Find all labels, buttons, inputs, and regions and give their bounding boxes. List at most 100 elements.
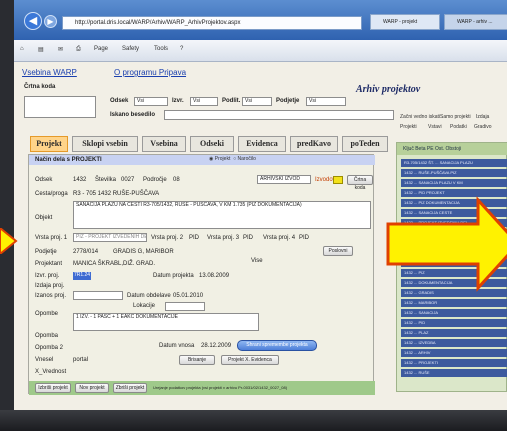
vnesel-value: portal [73, 357, 89, 363]
feeds-icon[interactable]: ▤ [38, 46, 44, 53]
bottom-bar: Izbriši projekt Nov projekt Zbriši proje… [29, 381, 375, 395]
mail-icon[interactable]: ✉ [58, 46, 63, 53]
datum-vnosa-value: 28.12.2009 [201, 343, 232, 349]
result-row[interactable]: 1432 ... SANACIJA PLAZU V KM [401, 179, 507, 187]
cesta-value: R3 - 705 1432 RUŠE-PUŠČAVA [73, 191, 160, 197]
crtna-koda-button[interactable]: Črtna koda [347, 175, 373, 191]
vrsta3-label: Vrsta proj. 3 [207, 235, 240, 241]
radio-group: ◉ Projekt ○ Naročilo [209, 156, 256, 162]
panel-title: Način dela s PROJEKTI [29, 155, 375, 165]
tab-evidenca[interactable]: Evidenca [238, 136, 286, 152]
opomba-label: Opomba [35, 333, 59, 339]
tab-projekt[interactable]: Projekt [30, 136, 68, 152]
arrow-left-shape [0, 228, 18, 254]
datum-projekta-value: 13.08.2009 [199, 273, 230, 279]
filter-6[interactable]: Podatki [450, 124, 467, 130]
yellow-arrow-shape [386, 196, 507, 292]
result-row[interactable]: 1432 ... PLAZ [401, 329, 507, 337]
iskano-input[interactable] [164, 110, 394, 120]
nov-projekt-button[interactable]: Nov projekt [75, 383, 109, 393]
filter-4[interactable]: Projekti [400, 124, 417, 130]
vrsta4-value: PID [299, 235, 310, 241]
toolbar-safety[interactable]: Safety [122, 46, 139, 52]
vrsta-label: Vrsta proj. 1 [35, 235, 68, 241]
link-vsebina-warp[interactable]: Vsebina WARP [22, 68, 77, 77]
tab-odseki[interactable]: Odseki [190, 136, 234, 152]
opombe-textarea[interactable]: 1 IZV. - 1 PASC + 1 EAKC DOKUMENTACIJE [73, 313, 259, 331]
izbrisi-projekt-button[interactable]: Izbriši projekt [35, 383, 71, 393]
podrocje-label: Področje [143, 177, 167, 183]
izvr-proj-badge: 7R1.24 [73, 272, 91, 280]
browser-tab-1[interactable]: WARP - projekt [370, 14, 440, 30]
x-vrednost-label: X_Vrednost [35, 369, 67, 375]
result-row[interactable]: 1432 ... RUŠE-PUŠČAVA PIZ [401, 169, 507, 177]
result-row[interactable]: 1432 ... RUŠE [401, 369, 507, 377]
address-bar[interactable]: http://portal.dris.local/WARP/Arhiv/WARP… [62, 16, 362, 30]
yellow-arrow-icon [386, 196, 507, 292]
help-icon[interactable]: ? [180, 46, 183, 52]
izanos-select[interactable] [73, 291, 123, 300]
main-tabs: Projekt Sklopi vsebin Vsebina Odseki Evi… [14, 128, 394, 154]
izvr-select[interactable]: Vsi [190, 97, 218, 106]
lokacije-label: Lokacije [133, 303, 156, 309]
vrsta3-value: PID [243, 235, 254, 241]
monitor-bezel-bottom [0, 410, 507, 431]
result-row[interactable]: 1432 ... ARHIV [401, 349, 507, 357]
opomba2-label: Opomba 2 [35, 345, 64, 351]
crtna-koda-input[interactable] [24, 96, 96, 118]
podjetje-value: GRADIS G, MARIBOR [113, 249, 174, 255]
radio-narocilo-icon[interactable]: ○ [233, 156, 236, 162]
result-row[interactable]: 1432 ... SANACIJA [401, 309, 507, 317]
filter-1[interactable]: Začni vedno iskati [400, 114, 440, 120]
crtna-koda-label: Črtna koda [24, 84, 56, 90]
filter-3[interactable]: Izdaja [476, 114, 489, 120]
brisanje-button[interactable]: Brisanje [179, 355, 215, 365]
toolbar-page[interactable]: Page [94, 46, 108, 52]
projektant-label: Projektant [35, 261, 63, 267]
result-row[interactable]: 1432 ... PID [401, 319, 507, 327]
tab-predkavo[interactable]: predKavo [290, 136, 338, 152]
shrani-button[interactable]: Shrani spremembe projekta [237, 340, 317, 351]
datum-projekta-label: Datum projekta [153, 273, 194, 279]
podlit-select[interactable]: Vsi [242, 97, 272, 106]
print-icon[interactable]: ⎙ [76, 46, 81, 53]
toolbar-tools[interactable]: Tools [154, 46, 168, 52]
podjetje-label: Podjetje [35, 249, 57, 255]
projekt-evidenca-button[interactable]: Projekt X. Evidenca [221, 355, 279, 365]
izvr-label: Izvr. [172, 98, 184, 104]
tab-sklopi-vsebin[interactable]: Sklopi vsebin [72, 136, 138, 152]
izvod-badge [333, 176, 343, 184]
result-row[interactable]: 1432 ... PROJEKTI [401, 359, 507, 367]
izvr-proj-label: Izvr. proj. [35, 273, 60, 279]
result-row[interactable]: 1432 ... MARIBOR [401, 299, 507, 307]
poslovni-button[interactable]: Poslovni [323, 246, 353, 256]
result-row[interactable]: R3-705/1432 ŠT. ... SANACIJA PLAZU [401, 159, 507, 167]
objekt-label: Objekt [35, 215, 53, 221]
tab-vsebina[interactable]: Vsebina [142, 136, 186, 152]
filter-5[interactable]: Vstavi [428, 124, 442, 130]
radio-projekt-label: Projekt [214, 156, 231, 162]
izanos-label: Izanos proj. [35, 293, 67, 299]
podjetje-search-select[interactable]: Vsi [306, 97, 346, 106]
vrsta-select[interactable]: PIZ - PROJEKT IZVEDENIH DEL [73, 233, 147, 242]
datum-vnosa-label: Datum vnosa [159, 343, 195, 349]
result-row[interactable]: 1432 ... IZVEDBA [401, 339, 507, 347]
filter-7[interactable]: Gradivo [474, 124, 492, 130]
izdaja-label: Izdaja proj. [35, 283, 65, 289]
radio-projekt-icon[interactable]: ◉ [209, 156, 213, 162]
lokacije-select[interactable] [165, 302, 205, 311]
back-icon[interactable]: ◀ [24, 12, 42, 30]
filter-2[interactable]: Samo projekti [440, 114, 471, 120]
odsek-select[interactable]: Vsi [134, 97, 168, 106]
link-o-programu[interactable]: O programu Pripava [114, 68, 186, 77]
tab-poteden[interactable]: poTeden [342, 136, 388, 152]
browser-tab-2[interactable]: WARP - arhiv ... [444, 14, 507, 30]
objekt-textarea[interactable]: SANACIJA PLAZU NA CESTI R3-705/1432, RUŠ… [73, 201, 371, 229]
arhiv-select[interactable]: ARHIVSKI IZVOD [257, 175, 311, 184]
zbrisi-projekt-button[interactable]: Zbriši projekt [113, 383, 147, 393]
home-icon[interactable]: ⌂ [20, 46, 24, 52]
projektant-value: MANICA ŠKRABL,DIŽ. GRAD. [73, 261, 156, 267]
forward-icon[interactable]: ▶ [44, 15, 57, 28]
podjetje-code: 2778/014 [73, 249, 99, 255]
vrsta2-label: Vrsta proj. 2 [151, 235, 184, 241]
